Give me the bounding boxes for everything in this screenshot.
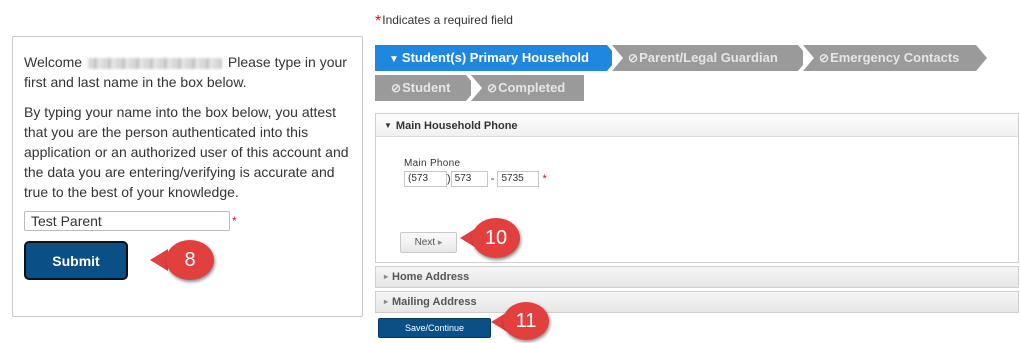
progress-steps: ▼ Student(s) Primary Household ⊘Parent/Le… bbox=[375, 45, 1015, 101]
home-address-section[interactable]: ▸ Home Address bbox=[375, 266, 1019, 288]
disabled-circle-icon: ⊘ bbox=[628, 51, 639, 65]
welcome-message: Welcome Please type in your first and la… bbox=[24, 52, 359, 92]
area-code-field[interactable]: (573 bbox=[404, 171, 447, 187]
disabled-circle-icon: ⊘ bbox=[391, 81, 402, 95]
callout-number: 8 bbox=[166, 240, 214, 280]
step-label: Student bbox=[402, 80, 451, 95]
phone-required-star: * bbox=[542, 172, 547, 185]
save-continue-button[interactable]: Save/Continue bbox=[378, 318, 491, 338]
section-title: Mailing Address bbox=[392, 296, 477, 308]
callout-number: 11 bbox=[503, 302, 549, 340]
disabled-circle-icon: ⊘ bbox=[819, 51, 830, 65]
required-star: * bbox=[375, 13, 382, 30]
step-notch bbox=[612, 45, 623, 71]
submit-button[interactable]: Submit bbox=[24, 241, 128, 280]
play-arrow-icon: ▸ bbox=[437, 237, 443, 247]
step-notch bbox=[803, 45, 814, 71]
step-label: Emergency Contacts bbox=[830, 50, 960, 65]
line-number-field[interactable]: 5735 bbox=[497, 171, 540, 187]
caret-right-icon: ▸ bbox=[384, 272, 389, 281]
prefix-field[interactable]: 573 bbox=[450, 171, 488, 187]
step-parent-guardian: ⊘Parent/Legal Guardian bbox=[612, 45, 809, 71]
step-student: ⊘Student bbox=[375, 75, 477, 101]
step-primary-household[interactable]: ▼ Student(s) Primary Household bbox=[375, 45, 618, 71]
step-label: Completed bbox=[498, 80, 566, 95]
redacted-user-name bbox=[87, 57, 222, 69]
main-phone-row: (573) 573 - 5735 * bbox=[404, 171, 547, 187]
main-phone-label: Main Phone bbox=[404, 158, 461, 169]
mailing-address-section[interactable]: ▸ Mailing Address bbox=[375, 291, 1019, 313]
section-header[interactable]: ▸ Home Address bbox=[376, 267, 1018, 287]
next-button[interactable]: Next ▸ bbox=[400, 232, 457, 253]
section-header[interactable]: ▸ Mailing Address bbox=[376, 292, 1018, 312]
name-required-star: * bbox=[232, 214, 237, 228]
full-name-input[interactable] bbox=[24, 211, 230, 231]
step-completed: ⊘Completed bbox=[471, 75, 584, 101]
phone-dash: - bbox=[490, 172, 495, 185]
attestation-text: By typing your name into the box below, … bbox=[24, 104, 349, 200]
required-note-text: Indicates a required field bbox=[382, 13, 513, 27]
caret-right-icon: ▸ bbox=[384, 297, 389, 306]
caret-down-icon: ▼ bbox=[384, 121, 392, 130]
area-code-value: 573 bbox=[411, 173, 429, 184]
step-emergency-contacts: ⊘Emergency Contacts bbox=[803, 45, 987, 71]
section-title: Main Household Phone bbox=[395, 120, 518, 132]
next-label: Next bbox=[414, 237, 436, 248]
step-notch bbox=[471, 75, 482, 101]
chevron-down-icon: ▼ bbox=[389, 54, 399, 65]
step-label: Student(s) Primary Household bbox=[401, 50, 589, 65]
disabled-circle-icon: ⊘ bbox=[487, 81, 498, 95]
step-label: Parent/Legal Guardian bbox=[639, 50, 778, 65]
section-header[interactable]: ▼ Main Household Phone bbox=[376, 114, 1018, 137]
required-field-note: *Indicates a required field bbox=[375, 13, 513, 31]
section-title: Home Address bbox=[392, 271, 470, 283]
step-arrow bbox=[976, 45, 987, 71]
welcome-prefix: Welcome bbox=[24, 54, 83, 70]
callout-number: 10 bbox=[472, 218, 520, 258]
